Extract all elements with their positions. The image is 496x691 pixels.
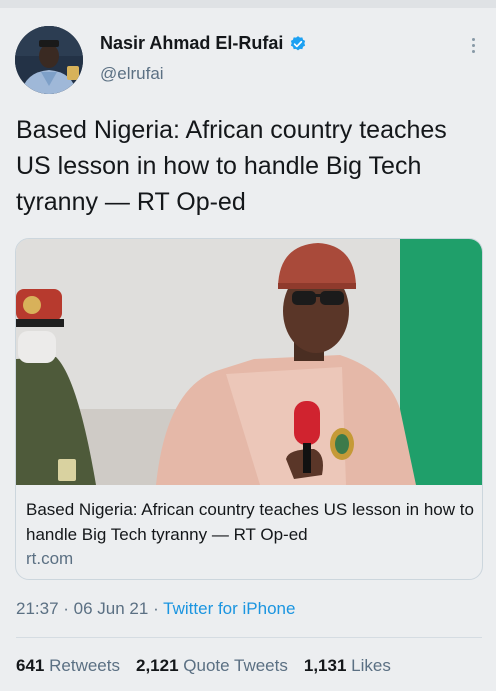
- likes-label: Likes: [351, 656, 391, 675]
- avatar-image: [15, 26, 83, 94]
- author-handle[interactable]: @elrufai: [100, 64, 164, 84]
- verified-badge-icon: [291, 35, 306, 50]
- avatar[interactable]: [15, 26, 83, 94]
- card-image: [16, 239, 482, 485]
- more-options-icon[interactable]: [470, 38, 476, 56]
- tweet-date: 06 Jun 21: [73, 599, 149, 618]
- link-card[interactable]: Based Nigeria: African country teaches U…: [15, 238, 483, 580]
- retweets-label: Retweets: [49, 656, 120, 675]
- meta-separator: ·: [63, 599, 74, 618]
- author-name[interactable]: Nasir Ahmad El-Rufai: [100, 33, 307, 54]
- tweet-stats: 641 Retweets 2,121 Quote Tweets 1,131 Li…: [16, 656, 391, 676]
- likes-stat[interactable]: 1,131 Likes: [304, 656, 391, 676]
- quote-tweets-stat[interactable]: 2,121 Quote Tweets: [136, 656, 288, 676]
- divider: [16, 637, 482, 638]
- quote-tweets-count: 2,121: [135, 656, 179, 675]
- retweets-stat[interactable]: 641 Retweets: [16, 656, 120, 676]
- top-edge: [0, 0, 496, 8]
- tweet-source-link[interactable]: Twitter for iPhone: [163, 599, 295, 618]
- meta-separator: ·: [153, 599, 164, 618]
- author-name-text[interactable]: Nasir Ahmad El-Rufai: [100, 33, 283, 54]
- tweet-text: Based Nigeria: African country teaches U…: [16, 116, 447, 216]
- tweet-time: 21:37: [16, 599, 59, 618]
- card-title[interactable]: Based Nigeria: African country teaches U…: [26, 497, 474, 547]
- quote-tweets-label: Quote Tweets: [183, 656, 288, 675]
- likes-count: 1,131: [303, 656, 347, 675]
- card-domain[interactable]: rt.com: [26, 549, 73, 569]
- tweet-metadata: 21:37 · 06 Jun 21 · Twitter for iPhone: [16, 599, 295, 619]
- retweets-count: 641: [16, 656, 45, 675]
